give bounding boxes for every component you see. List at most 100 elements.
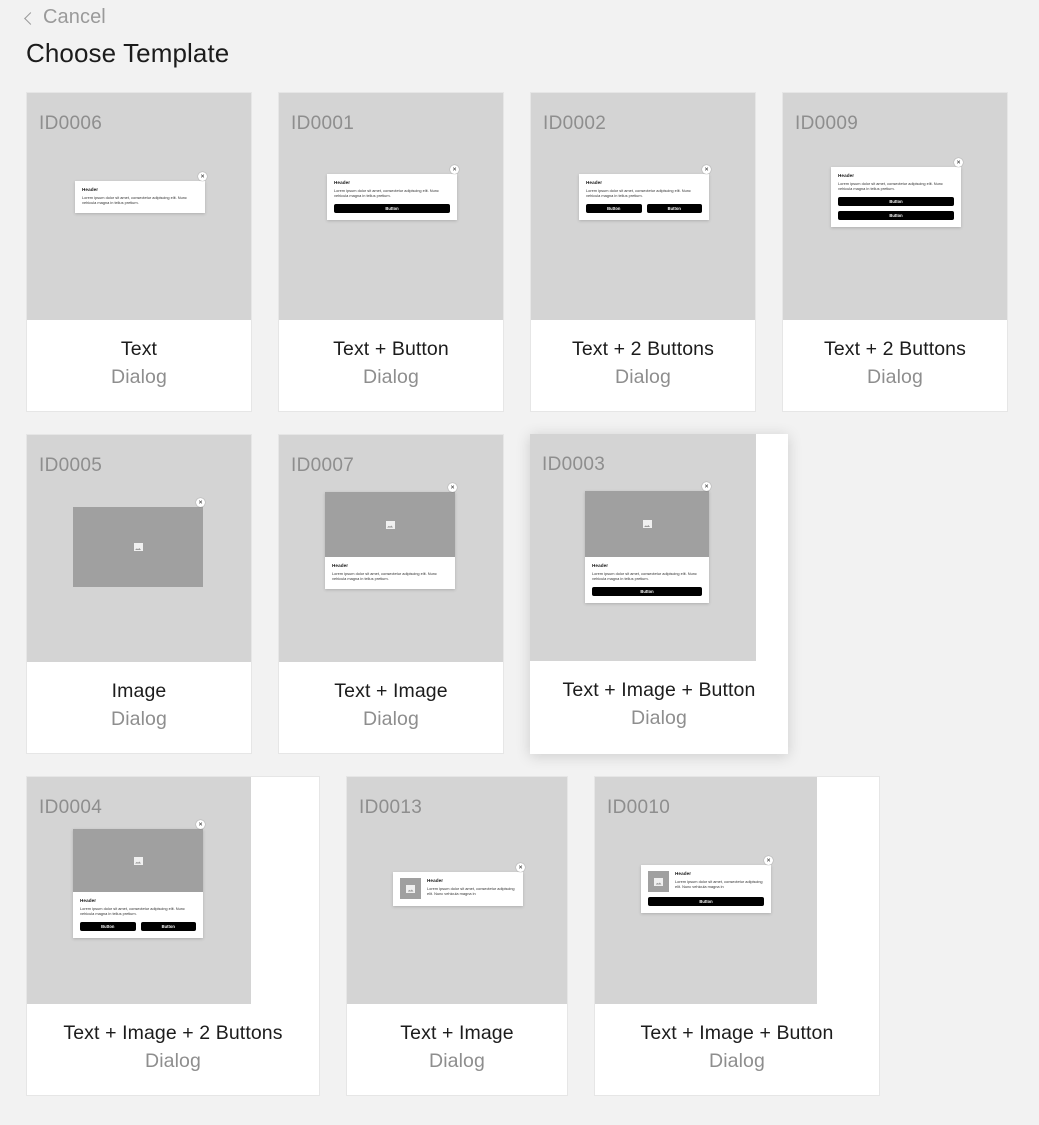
template-kind: Dialog bbox=[867, 366, 923, 388]
top-bar: Cancel bbox=[0, 0, 1039, 29]
template-caption: Text + Image + Button Dialog bbox=[595, 1004, 879, 1095]
template-kind: Dialog bbox=[111, 366, 167, 388]
template-card-id0007[interactable]: ID0007 ✕ Header Lorem ipsum dolor sit am… bbox=[278, 434, 504, 754]
page-title: Choose Template bbox=[26, 38, 230, 68]
template-name: Text + Image bbox=[334, 680, 448, 702]
image-placeholder-icon bbox=[133, 856, 143, 865]
template-kind: Dialog bbox=[429, 1050, 485, 1072]
dialog-mock: ✕ Header Lorem ipsum dolor sit amet, con… bbox=[75, 172, 207, 213]
template-card-id0013[interactable]: ID0013 ✕ Header Lorem ipsum dolor sit am… bbox=[346, 776, 568, 1096]
mock-button[interactable]: Button bbox=[838, 210, 954, 220]
mock-button[interactable]: Button bbox=[646, 203, 702, 213]
template-caption: Text + Image Dialog bbox=[279, 662, 503, 753]
template-id: ID0010 bbox=[607, 797, 671, 818]
template-card-id0010[interactable]: ID0010 ✕ Header Lorem ipsum dolor sit am… bbox=[594, 776, 880, 1096]
template-card-id0005[interactable]: ID0005 ✕ Image Dialog bbox=[26, 434, 252, 754]
template-id: ID0013 bbox=[359, 797, 423, 818]
mock-button[interactable]: Button bbox=[838, 196, 954, 206]
image-placeholder-icon bbox=[385, 520, 395, 529]
dialog-mock: ✕ Header Lorem ipsum dolor sit amet, con… bbox=[641, 856, 773, 913]
template-name: Text + 2 Buttons bbox=[572, 338, 714, 360]
close-icon[interactable]: ✕ bbox=[196, 498, 205, 507]
template-preview: ID0009 ✕ Header Lorem ipsum dolor sit am… bbox=[783, 93, 1007, 320]
template-name: Text + Image + Button bbox=[640, 1022, 834, 1044]
image-placeholder-icon bbox=[642, 520, 652, 528]
image-placeholder bbox=[73, 507, 203, 587]
mock-header: Header bbox=[332, 563, 349, 568]
dialog-mock: ✕ Header Lorem ipsum dolor sit amet, con… bbox=[585, 482, 711, 603]
mock-body: Lorem ipsum dolor sit amet, consectetur … bbox=[82, 194, 187, 206]
image-placeholder bbox=[585, 491, 709, 557]
template-row: ID0006 ✕ Header Lorem ipsum dolor sit am… bbox=[26, 92, 1016, 412]
template-kind: Dialog bbox=[631, 707, 687, 729]
mock-header: Header bbox=[80, 898, 97, 903]
close-icon[interactable]: ✕ bbox=[448, 483, 457, 492]
mock-body: Lorem ipsum dolor sit amet, consectetur … bbox=[334, 187, 439, 199]
mock-body: Lorem ipsum dolor sit amet, consectetur … bbox=[427, 885, 515, 897]
mock-header: Header bbox=[592, 563, 609, 568]
template-name: Image bbox=[111, 680, 167, 702]
image-placeholder bbox=[325, 492, 455, 557]
template-card-id0004[interactable]: ID0004 ✕ Header Lorem ipsum dolor sit am… bbox=[26, 776, 320, 1096]
image-placeholder bbox=[400, 878, 421, 899]
template-name: Text + Image + 2 Buttons bbox=[63, 1022, 283, 1044]
mock-header: Header bbox=[675, 871, 692, 876]
dialog-mock: ✕ Header Lorem ipsum dolor sit amet, con… bbox=[327, 165, 459, 220]
close-icon[interactable]: ✕ bbox=[764, 856, 773, 865]
template-kind: Dialog bbox=[111, 708, 167, 730]
close-icon[interactable]: ✕ bbox=[954, 158, 963, 167]
close-icon[interactable]: ✕ bbox=[198, 172, 207, 181]
mock-button[interactable]: Button bbox=[334, 203, 450, 213]
template-id: ID0004 bbox=[39, 797, 103, 818]
close-icon[interactable]: ✕ bbox=[702, 165, 711, 174]
template-card-id0003[interactable]: ID0003 ✕ Header Lorem ipsum dolor sit am… bbox=[530, 434, 788, 754]
template-preview: ID0004 ✕ Header Lorem ipsum dolor sit am… bbox=[27, 777, 251, 1004]
template-id: ID0009 bbox=[795, 113, 859, 134]
template-caption: Image Dialog bbox=[27, 662, 251, 753]
dialog-mock: ✕ Header Lorem ipsum dolor sit amet, con… bbox=[579, 165, 711, 220]
chevron-left-icon bbox=[24, 11, 37, 25]
template-caption: Text + Image Dialog bbox=[347, 1004, 567, 1095]
choose-template-screen: Cancel Choose Template ID0006 ✕ Header L… bbox=[0, 0, 1039, 1125]
template-caption: Text + Image + 2 Buttons Dialog bbox=[27, 1004, 319, 1095]
template-row: ID0005 ✕ Image Dialog ID0007 ✕ Header Lo… bbox=[26, 434, 1016, 754]
mock-header: Header bbox=[82, 187, 99, 192]
template-preview: ID0001 ✕ Header Lorem ipsum dolor sit am… bbox=[279, 93, 503, 320]
image-placeholder bbox=[648, 871, 669, 892]
template-card-id0001[interactable]: ID0001 ✕ Header Lorem ipsum dolor sit am… bbox=[278, 92, 504, 412]
template-kind: Dialog bbox=[145, 1050, 201, 1072]
close-icon[interactable]: ✕ bbox=[516, 863, 525, 872]
mock-body: Lorem ipsum dolor sit amet, consectetur … bbox=[592, 570, 697, 582]
template-kind: Dialog bbox=[363, 366, 419, 388]
mock-button[interactable]: Button bbox=[586, 203, 642, 213]
template-preview: ID0003 ✕ Header Lorem ipsum dolor sit am… bbox=[530, 434, 756, 661]
mock-button[interactable]: Button bbox=[140, 921, 196, 931]
template-kind: Dialog bbox=[615, 366, 671, 388]
mock-body: Lorem ipsum dolor sit amet, consectetur … bbox=[838, 180, 943, 192]
dialog-mock: ✕ bbox=[73, 498, 205, 587]
template-kind: Dialog bbox=[363, 708, 419, 730]
template-card-id0002[interactable]: ID0002 ✕ Header Lorem ipsum dolor sit am… bbox=[530, 92, 756, 412]
template-id: ID0006 bbox=[39, 113, 103, 134]
mock-body: Lorem ipsum dolor sit amet, consectetur … bbox=[586, 187, 691, 199]
close-icon[interactable]: ✕ bbox=[196, 820, 205, 829]
template-caption: Text + 2 Buttons Dialog bbox=[783, 320, 1007, 411]
template-caption: Text + Button Dialog bbox=[279, 320, 503, 411]
close-icon[interactable]: ✕ bbox=[450, 165, 459, 174]
cancel-button[interactable]: Cancel bbox=[24, 6, 106, 29]
image-placeholder-icon bbox=[133, 543, 143, 551]
mock-header: Header bbox=[838, 173, 855, 178]
mock-header: Header bbox=[334, 180, 351, 185]
close-icon[interactable]: ✕ bbox=[702, 482, 711, 491]
template-caption: Text + 2 Buttons Dialog bbox=[531, 320, 755, 411]
template-id: ID0003 bbox=[542, 454, 606, 475]
template-preview: ID0006 ✕ Header Lorem ipsum dolor sit am… bbox=[27, 93, 251, 320]
template-card-id0009[interactable]: ID0009 ✕ Header Lorem ipsum dolor sit am… bbox=[782, 92, 1008, 412]
template-preview: ID0010 ✕ Header Lorem ipsum dolor sit am… bbox=[595, 777, 817, 1004]
mock-button[interactable]: Button bbox=[592, 586, 702, 596]
template-id: ID0002 bbox=[543, 113, 607, 134]
mock-button[interactable]: Button bbox=[648, 897, 764, 906]
template-caption: Text + Image + Button Dialog bbox=[530, 661, 788, 752]
mock-button[interactable]: Button bbox=[80, 921, 136, 931]
template-card-id0006[interactable]: ID0006 ✕ Header Lorem ipsum dolor sit am… bbox=[26, 92, 252, 412]
